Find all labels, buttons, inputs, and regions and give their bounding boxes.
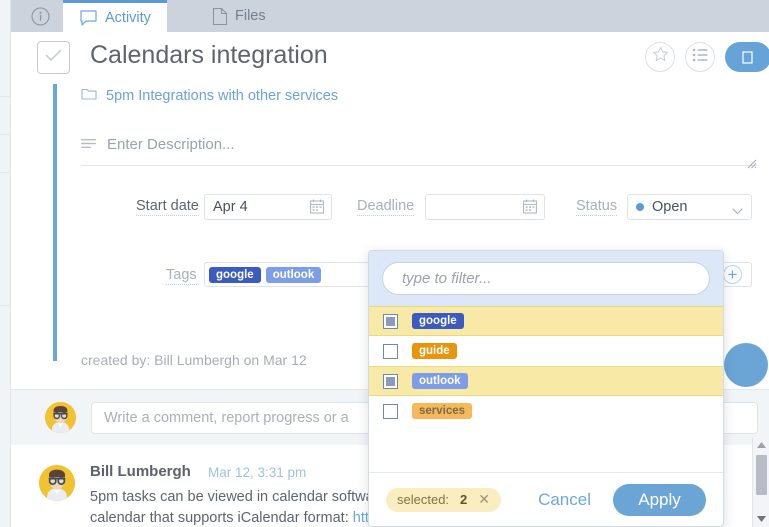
comment-timestamp: Mar 12, 3:31 pm <box>208 465 307 480</box>
tag-selector-dropdown: type to filter... google guide outlook s… <box>368 250 724 527</box>
checkmark-icon <box>45 49 62 67</box>
description-divider <box>81 165 757 166</box>
selected-label: selected: <box>397 492 450 507</box>
header-actions <box>645 42 769 72</box>
start-date-input[interactable]: Apr 4 <box>204 194 332 220</box>
status-label: Status <box>576 198 618 216</box>
selected-count-badge: selected: 2 ✕ <box>386 487 502 512</box>
tag-chip: guide <box>412 343 457 359</box>
page-title: Calendars integration <box>90 41 328 69</box>
vertical-scrollbar[interactable] <box>752 437 769 527</box>
tab-activity[interactable]: Activity <box>63 0 167 32</box>
description-placeholder: Enter Description... <box>107 136 235 153</box>
star-icon <box>652 46 669 68</box>
tab-files[interactable]: Files <box>196 0 282 32</box>
task-complete-checkbox[interactable] <box>37 41 70 74</box>
deadline-label: Deadline <box>357 198 415 216</box>
favorite-button[interactable] <box>645 42 675 72</box>
more-actions-button[interactable] <box>725 42 769 72</box>
comment-bubble-icon <box>79 9 98 27</box>
tag-filter-input[interactable]: type to filter... <box>382 262 710 295</box>
deadline-row: Deadline <box>357 194 415 220</box>
tag-option-guide[interactable]: guide <box>369 336 723 366</box>
folder-icon <box>81 87 97 104</box>
avatar <box>45 402 76 433</box>
checkbox-icon[interactable] <box>383 403 398 419</box>
status-dot-icon <box>636 203 644 211</box>
checkbox-icon[interactable] <box>383 313 398 329</box>
task-accent-bar <box>53 84 57 361</box>
apply-button[interactable]: Apply <box>613 483 706 516</box>
task-list-button[interactable] <box>685 42 715 72</box>
tag-filter-header: type to filter... <box>369 251 723 306</box>
tab-info[interactable] <box>21 0 67 32</box>
chevron-down-icon <box>732 203 743 219</box>
list-lines-icon <box>692 48 709 67</box>
breadcrumb[interactable]: 5pm Integrations with other services <box>81 87 338 104</box>
floating-action-button[interactable] <box>724 343 768 387</box>
plus-icon: + <box>727 265 738 284</box>
start-date-row: Start date <box>136 194 199 220</box>
tag-option-outlook[interactable]: outlook <box>369 366 723 396</box>
title-row: Calendars integration <box>11 32 769 80</box>
deadline-input[interactable] <box>425 194 545 220</box>
tag-chip: services <box>412 403 473 419</box>
selected-count: 2 <box>460 492 468 507</box>
start-date-value: Apr 4 <box>213 199 248 215</box>
text-lines-icon <box>81 136 96 153</box>
tags-row: Tags <box>166 263 197 289</box>
tag-chip[interactable]: outlook <box>265 266 322 283</box>
tag-option-list: google guide outlook services <box>369 306 723 474</box>
status-value: Open <box>652 199 688 215</box>
tags-label: Tags <box>166 267 197 285</box>
start-date-label: Start date <box>136 198 199 216</box>
info-circle-icon <box>31 6 50 26</box>
description-resize-handle[interactable] <box>747 156 757 169</box>
checkbox-icon[interactable] <box>383 343 398 359</box>
comment-line-2-text: calendar that supports iCalendar format: <box>90 510 353 526</box>
close-x-icon[interactable]: ✕ <box>478 491 490 508</box>
comment-placeholder: Write a comment, report progress or a <box>104 410 349 426</box>
scroll-down-arrow-icon[interactable] <box>753 511 769 527</box>
checkbox-icon[interactable] <box>383 373 398 389</box>
file-page-icon <box>212 7 228 26</box>
tab-activity-label: Activity <box>105 9 151 26</box>
document-icon <box>741 50 753 64</box>
tab-files-label: Files <box>235 8 266 24</box>
tag-option-google[interactable]: google <box>369 306 723 336</box>
status-select[interactable]: Open <box>627 194 752 220</box>
tag-chip[interactable]: google <box>209 266 261 283</box>
status-row: Status <box>576 194 618 220</box>
avatar <box>39 465 75 501</box>
tag-chip: google <box>412 313 464 329</box>
description-field[interactable]: Enter Description... <box>81 136 235 153</box>
calendar-icon <box>523 199 537 218</box>
scroll-up-arrow-icon[interactable] <box>753 437 769 453</box>
cancel-button[interactable]: Cancel <box>538 490 591 510</box>
background-panel-sliver <box>0 0 11 527</box>
scrollbar-thumb[interactable] <box>756 455 767 495</box>
tag-filter-placeholder: type to filter... <box>402 270 492 287</box>
tag-dropdown-footer: selected: 2 ✕ Cancel Apply <box>369 472 723 526</box>
tab-bar: Activity Files <box>11 0 769 32</box>
calendar-icon <box>310 199 324 218</box>
created-by-text: created by: Bill Lumbergh on Mar 12 <box>81 352 307 368</box>
breadcrumb-label: 5pm Integrations with other services <box>106 87 339 104</box>
comment-author: Bill Lumbergh <box>90 463 191 480</box>
tag-chip: outlook <box>412 373 468 389</box>
tag-option-services[interactable]: services <box>369 396 723 426</box>
task-detail-window: Activity Files Calendars integration 5pm… <box>0 0 769 527</box>
add-tag-button[interactable]: + <box>723 265 742 284</box>
